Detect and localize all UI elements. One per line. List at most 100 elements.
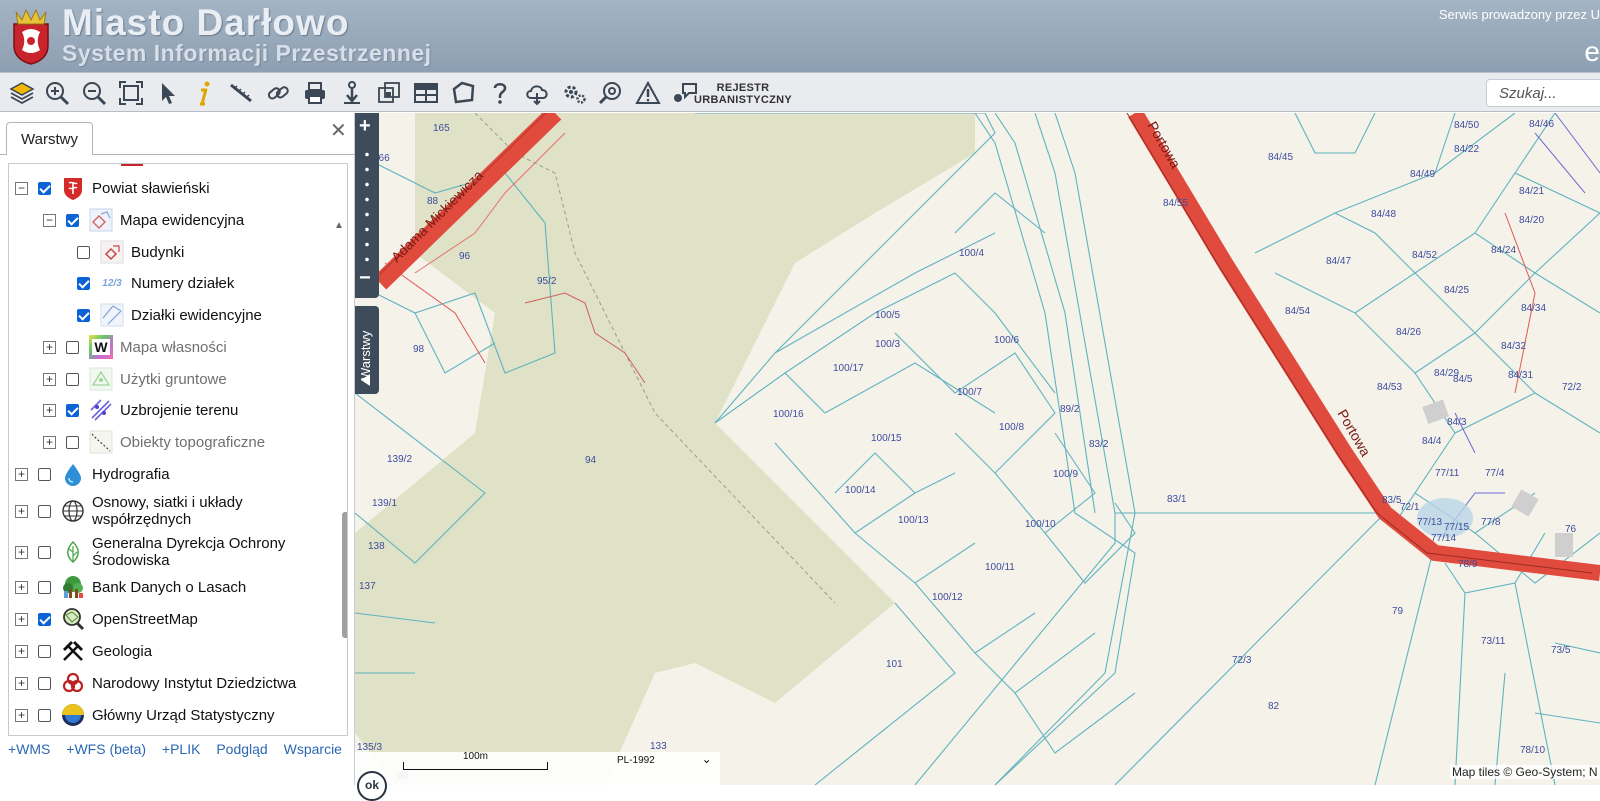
layer-label: Główny Urząd Statystyczny [92,706,275,724]
layer-checkbox[interactable] [66,372,79,386]
layer-checkbox[interactable] [66,403,79,417]
layer-checkbox[interactable] [38,504,51,518]
add-file-link[interactable]: +PLIK [162,741,201,757]
expand-icon[interactable]: + [15,467,28,481]
expand-icon[interactable]: + [15,708,28,722]
layer-label: Użytki gruntowe [120,370,227,388]
link-icon[interactable] [262,77,294,109]
expand-icon[interactable]: + [43,340,56,354]
warning-icon[interactable] [632,77,664,109]
expand-icon[interactable]: + [15,545,28,559]
layer-checkbox[interactable] [38,580,51,594]
layer-label: Narodowy Instytut Dziedzictwa [92,674,297,692]
collapse-left-icon[interactable] [361,374,370,386]
measure-distance-icon[interactable] [225,77,257,109]
layer-checkbox[interactable] [66,213,79,227]
layer-checkbox[interactable] [38,644,51,658]
layer-checkbox[interactable] [38,708,51,722]
layer-checkbox[interactable] [38,612,51,626]
svg-text:77/11: 77/11 [1435,468,1460,479]
svg-text:77/15: 77/15 [1444,522,1469,533]
cloud-icon[interactable] [521,77,553,109]
svg-text:100/4: 100/4 [959,248,984,259]
osm-magnifier-icon [60,606,86,632]
scrollbar-thumb[interactable] [342,512,347,638]
svg-text:73/11: 73/11 [1481,636,1506,647]
layer-checkbox[interactable] [77,276,90,290]
expand-icon[interactable]: + [15,676,28,690]
layers-side-tab[interactable]: Warstwy [355,306,379,394]
pointer-icon[interactable] [152,77,184,109]
zoom-out-button[interactable]: − [359,267,371,290]
layer-checkbox[interactable] [38,676,51,690]
polygon-icon[interactable] [447,77,479,109]
map-view[interactable]: 165 166 88 96 95/2 98 94 139/2 139/1 138… [355,113,1600,785]
location-search-icon[interactable] [595,77,627,109]
preview-link[interactable]: Podgląd [216,741,267,757]
svg-text:139/1: 139/1 [372,498,397,509]
svg-text:77/8: 77/8 [1481,517,1501,528]
app-header: Miasto Darłowo System Informacji Przestr… [0,0,1600,72]
zoom-extent-icon[interactable] [115,77,147,109]
add-wfs-link[interactable]: +WFS (beta) [66,741,146,757]
info-icon[interactable] [189,77,221,109]
layer-label: Osnowy, siatki i układy współrzędnych [92,494,243,528]
svg-text:98: 98 [413,344,425,355]
ownership-map-icon: W [88,334,114,360]
expand-icon[interactable]: + [15,612,28,626]
forest-icon [60,574,86,600]
hammers-icon [60,638,86,664]
building [1555,533,1573,557]
layer-label: Bank Danych o Lasach [92,578,247,596]
svg-text:84/34: 84/34 [1521,303,1546,314]
layer-checkbox[interactable] [38,545,51,559]
zoom-out-icon[interactable] [78,77,110,109]
map-attribution: Map tiles © Geo-System; N [1450,765,1600,779]
zoom-slider[interactable]: + − [355,113,379,298]
add-wms-link[interactable]: +WMS [8,741,50,757]
tab-layers[interactable]: Warstwy [6,122,93,155]
layer-checkbox[interactable] [77,245,90,259]
expand-icon[interactable]: + [15,580,28,594]
compare-icon[interactable] [373,77,405,109]
close-icon[interactable]: ✕ [330,118,347,143]
layer-checkbox[interactable] [66,340,79,354]
svg-text:100/5: 100/5 [875,310,900,321]
svg-text:84/25: 84/25 [1444,285,1469,296]
registry-label-line1: REJESTR [716,82,770,94]
support-link[interactable]: Wsparcie [284,741,342,757]
layer-checkbox[interactable] [38,467,51,481]
layer-row-geologia: + Geologia [15,635,152,667]
help-icon[interactable] [484,77,516,109]
zoom-track[interactable] [365,147,369,267]
scroll-up-arrow-icon[interactable]: ▲ [334,220,344,231]
layer-checkbox[interactable] [77,308,90,322]
expand-icon[interactable]: + [43,372,56,386]
search-input[interactable]: Szukaj... [1486,79,1600,107]
download-icon[interactable] [336,77,368,109]
expand-icon[interactable]: + [15,504,28,518]
zoom-in-button[interactable]: + [359,115,371,138]
svg-text:77/4: 77/4 [1485,468,1505,479]
print-icon[interactable] [299,77,331,109]
layer-checkbox[interactable] [66,435,79,449]
map-canvas[interactable]: 165 166 88 96 95/2 98 94 139/2 139/1 138… [355,113,1600,785]
layers-icon[interactable] [6,77,38,109]
svg-text:100/16: 100/16 [773,409,804,420]
layer-row-bdl: + Bank Danych o Lasach [15,571,246,603]
expand-icon[interactable]: + [43,403,56,417]
ok-button[interactable]: ok [357,771,387,801]
settings-icon[interactable] [558,77,590,109]
urban-registry-button[interactable]: REJESTR URBANISTYCZNY [694,82,792,106]
expand-icon[interactable]: + [15,644,28,658]
expand-icon[interactable]: + [43,435,56,449]
layer-checkbox[interactable] [38,181,51,195]
collapse-icon[interactable]: − [43,213,56,227]
layer-row-mapa-ewidencyjna: − Mapa ewidencyjna [43,204,244,236]
collapse-icon[interactable]: − [15,181,28,195]
svg-text:72/2: 72/2 [1562,382,1582,393]
crs-select[interactable]: PL-1992 ⌄ [617,752,712,766]
zoom-in-icon[interactable] [41,77,73,109]
table-icon[interactable] [410,77,442,109]
svg-text:84/3: 84/3 [1447,417,1467,428]
